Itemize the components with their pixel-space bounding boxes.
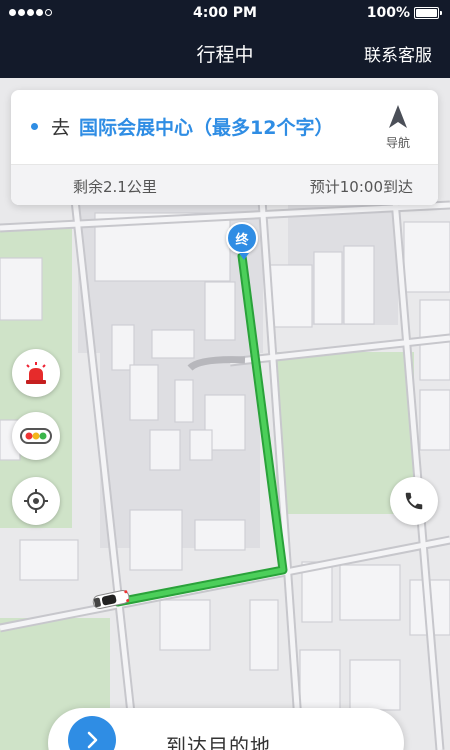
- estimated-arrival: 预计10:00到达: [309, 178, 413, 196]
- navigate-label: 导航: [385, 136, 410, 150]
- top-bar: 4:00 PM 100% 行程中 联系客服: [0, 0, 450, 78]
- arrive-label: 到达目的地: [166, 734, 271, 750]
- battery-icon: [414, 7, 442, 19]
- alarm-button[interactable]: [12, 349, 60, 397]
- alarm-light-icon: [26, 362, 46, 384]
- destination-marker: 终: [226, 222, 258, 260]
- destination-row: 去 国际会展中心（最多12个字） 导航: [11, 90, 438, 164]
- trip-info-card: 去 国际会展中心（最多12个字） 导航 剩余2.1公里 预计10:00到达: [11, 90, 438, 205]
- traffic-button[interactable]: [12, 412, 60, 460]
- navigation-arrow-icon: [389, 105, 407, 128]
- destination-dot-icon: [31, 123, 38, 130]
- destination-name: 国际会展中心（最多12个字）: [79, 117, 334, 139]
- chevron-right-icon: [87, 731, 98, 749]
- locate-button[interactable]: [12, 477, 60, 525]
- traffic-light-icon: [20, 428, 52, 444]
- battery-percentage: 100%: [366, 5, 410, 21]
- arrive-button[interactable]: [68, 716, 116, 750]
- arrive-destination-bar[interactable]: 到达目的地: [48, 708, 404, 750]
- navigate-button[interactable]: 导航: [372, 104, 424, 151]
- contact-support-button[interactable]: 联系客服: [364, 41, 432, 66]
- status-bar: 4:00 PM 100%: [0, 0, 450, 26]
- locate-icon: [24, 489, 48, 513]
- destination-prefix: 去: [51, 117, 71, 139]
- car-icon: [90, 586, 132, 616]
- trip-stats-row: 剩余2.1公里 预计10:00到达: [11, 164, 438, 205]
- phone-icon: [405, 492, 423, 510]
- remaining-distance: 剩余2.1公里: [73, 178, 157, 196]
- call-driver-button[interactable]: [390, 477, 438, 525]
